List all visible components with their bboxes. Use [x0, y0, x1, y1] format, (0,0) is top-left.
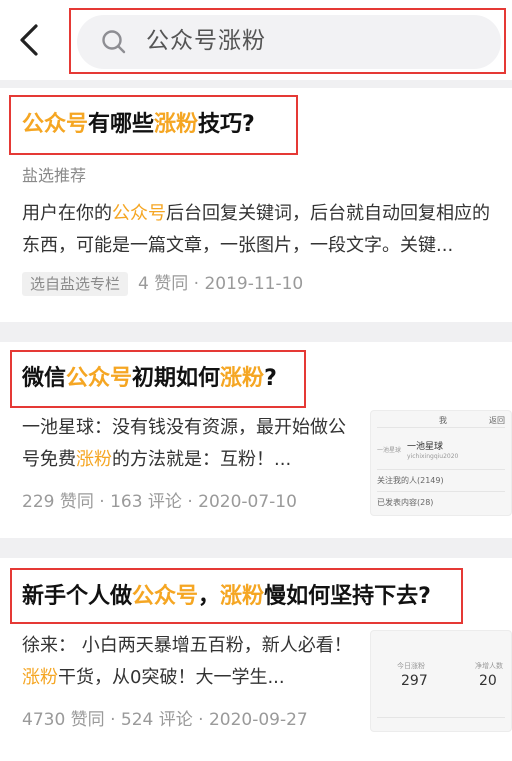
text-segment: 干货，从0突破！大一学生...: [58, 667, 285, 688]
search-result-card[interactable]: 新手个人做公众号，涨粉慢如何坚持下去? 徐来： 小白两天暴增五百粉，新人必看！涨…: [0, 558, 512, 761]
result-title[interactable]: 微信公众号初期如何涨粉?: [22, 364, 277, 394]
keyword-highlight: 涨粉: [76, 449, 112, 470]
search-icon: [102, 30, 126, 54]
divider: [377, 469, 505, 470]
text-segment: 用户在你的: [22, 203, 112, 224]
keyword-highlight: 公众号: [132, 584, 199, 609]
divider: [0, 322, 512, 342]
text-segment: 初期如何: [132, 366, 221, 391]
text-segment: 的方法就是：互粉！...: [112, 449, 292, 470]
column-tag[interactable]: 选自盐选专栏: [22, 272, 129, 296]
result-title[interactable]: 公众号有哪些涨粉技巧?: [22, 110, 255, 140]
divider: [0, 80, 512, 88]
text-segment: 有哪些: [88, 112, 155, 137]
thumb-label-1: 今日涨粉: [397, 662, 425, 670]
result-excerpt[interactable]: 用户在你的公众号后台回复关键词，后台就自动回复相应的东西，可能是一篇文章，一张图…: [22, 198, 506, 262]
result-stats: 4730 赞同 · 524 评论 · 2020-09-27: [22, 710, 308, 730]
result-excerpt[interactable]: 徐来： 小白两天暴增五百粉，新人必看！ 涨粉干货，从0突破！大一学生...: [22, 630, 362, 694]
result-stats: 229 赞同 · 163 评论 · 2020-07-10: [22, 492, 297, 512]
keyword-highlight: 公众号: [66, 366, 133, 391]
text-segment: 微信: [22, 366, 67, 391]
result-thumbnail[interactable]: 我 返回 一池星球 一池星球 yichixingqiu2020 关注我的人(21…: [370, 410, 512, 516]
thumb-name: 一池星球: [407, 442, 444, 452]
divider: [0, 538, 512, 558]
search-result-card[interactable]: 公众号有哪些涨粉技巧? 盐选推荐 用户在你的公众号后台回复关键词，后台就自动回复…: [0, 88, 512, 322]
thumb-value-1: 297: [401, 673, 428, 689]
divider: [377, 427, 505, 428]
text-segment: 徐来： 小白两天暴增五百粉，新人必看！: [22, 635, 352, 656]
text-segment: ?: [264, 366, 277, 391]
thumb-row-followers: 关注我的人(2149): [377, 476, 444, 485]
text-segment: 技巧?: [198, 112, 255, 137]
result-thumbnail[interactable]: 今日涨粉 297 净增人数 20: [370, 630, 512, 732]
thumb-label-2: 净增人数: [475, 662, 503, 670]
result-source: 盐选推荐: [22, 166, 87, 185]
thumb-header-center: 我: [439, 416, 447, 425]
thumb-row-posts: 已发表内容(28): [377, 498, 434, 507]
thumb-logo-text: 一池星球: [377, 447, 402, 454]
search-input[interactable]: [77, 15, 501, 69]
keyword-highlight: 公众号: [112, 203, 166, 224]
result-title[interactable]: 新手个人做公众号，涨粉慢如何坚持下去?: [22, 582, 431, 612]
text-segment: 新手个人做: [22, 584, 133, 609]
thumb-value-2: 20: [479, 673, 497, 689]
search-query-text: 公众号涨粉: [146, 28, 266, 54]
result-excerpt[interactable]: 一池星球：没有钱没有资源，最开始做公号免费涨粉的方法就是：互粉！...: [22, 412, 362, 476]
header-bar: 公众号涨粉: [0, 0, 512, 80]
back-arrow-icon[interactable]: [12, 22, 48, 58]
keyword-highlight: 涨粉: [220, 584, 265, 609]
text-segment: ，: [198, 584, 221, 609]
thumb-header-right: 返回: [489, 416, 505, 425]
keyword-highlight: 涨粉: [22, 667, 58, 688]
result-stats: 4 赞同 · 2019-11-10: [138, 274, 304, 294]
keyword-highlight: 公众号: [22, 112, 89, 137]
divider: [377, 491, 505, 492]
divider: [377, 717, 505, 718]
search-result-card[interactable]: 微信公众号初期如何涨粉? 一池星球：没有钱没有资源，最开始做公号免费涨粉的方法就…: [0, 342, 512, 538]
keyword-highlight: 涨粉: [220, 366, 265, 391]
text-segment: 慢如何坚持下去?: [264, 584, 431, 609]
keyword-highlight: 涨粉: [154, 112, 199, 137]
thumb-handle: yichixingqiu2020: [407, 453, 459, 460]
result-meta: 选自盐选专栏 4 赞同 · 2019-11-10: [22, 272, 303, 296]
